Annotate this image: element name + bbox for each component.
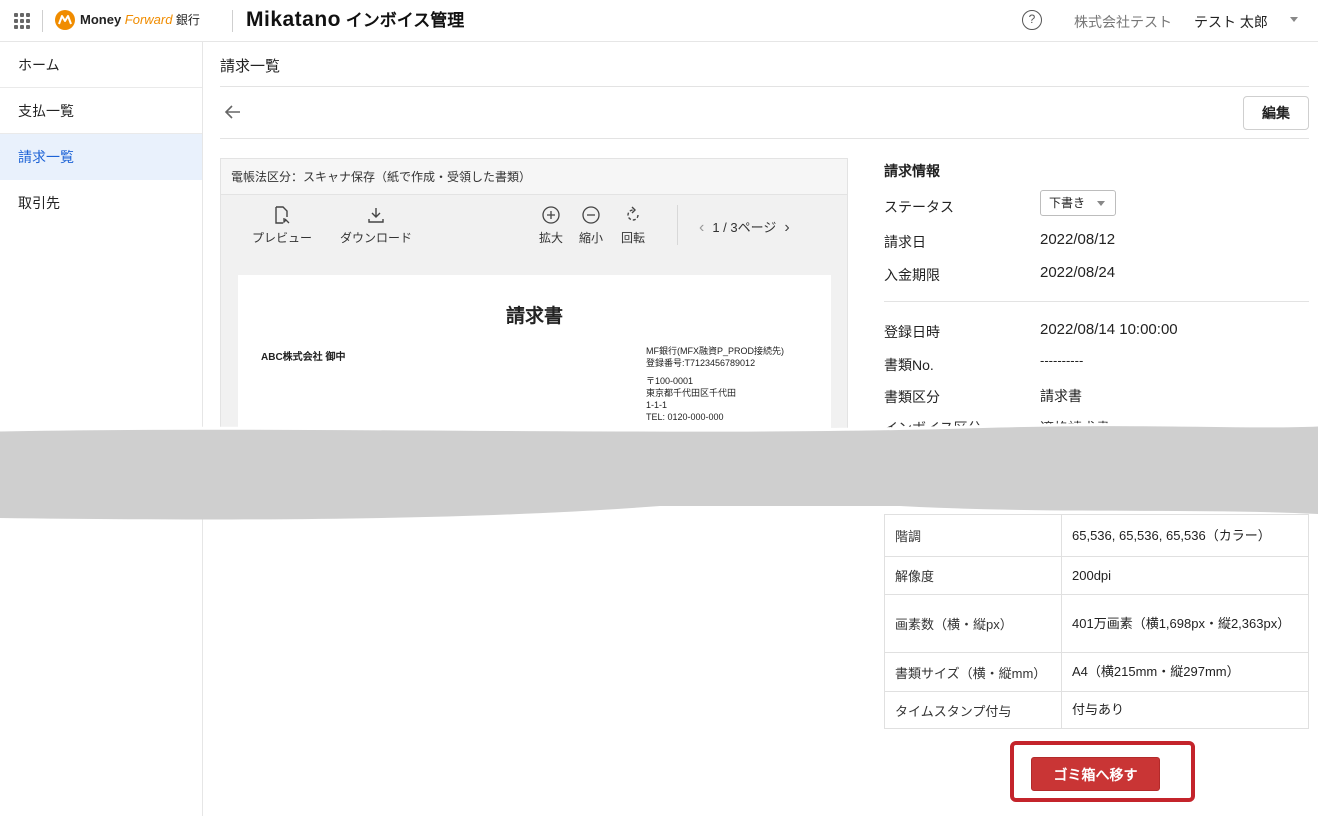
billing-date-label: 請求日	[884, 234, 926, 250]
spec-label: タイムスタンプ付与	[884, 691, 1062, 729]
app-header: Money Forward 銀行 Mikatano インボイス管理 ? 株式会社…	[0, 0, 1318, 42]
issuer-line: 1-1-1	[646, 400, 668, 410]
due-date-value: 2022/08/24	[1040, 264, 1116, 281]
page-indicator: 1 / 3ページ	[712, 220, 777, 235]
sidebar-item-partners[interactable]: 取引先	[0, 180, 202, 226]
spec-value: 付与あり	[1061, 691, 1309, 729]
zoom-out-icon	[582, 206, 600, 224]
divider	[220, 86, 1309, 87]
table-row: 書類サイズ（横・縦mm） A4（横215mm・縦297mm）	[884, 652, 1309, 692]
edit-button[interactable]: 編集	[1243, 96, 1309, 130]
document-number-value: ----------	[1040, 353, 1084, 368]
scan-spec-table: 階調 65,536, 65,536, 65,536（カラー） 解像度 200dp…	[884, 514, 1309, 729]
spec-value: 200dpi	[1061, 556, 1309, 595]
spec-value: 401万画素（横1,698px・縦2,363px）	[1061, 594, 1309, 653]
spec-label: 書類サイズ（横・縦mm）	[884, 652, 1062, 692]
table-row: 階調 65,536, 65,536, 65,536（カラー）	[884, 514, 1309, 557]
brand-name: Money Forward 銀行	[80, 12, 200, 27]
issuer-line: 登録番号:T7123456789012	[646, 358, 756, 368]
move-to-trash-button[interactable]: ゴミ箱へ移す	[1031, 757, 1160, 791]
due-date-label: 入金期限	[884, 267, 940, 283]
zoom-out-label: 縮小	[578, 231, 603, 245]
sidebar-item-payments[interactable]: 支払一覧	[0, 88, 202, 134]
help-icon[interactable]: ?	[1022, 10, 1042, 30]
chevron-down-icon	[1097, 201, 1105, 206]
preview-icon	[275, 206, 290, 224]
document-type-value: 請求書	[1040, 388, 1082, 404]
preview-label: プレビュー	[251, 231, 312, 245]
divider	[220, 138, 1309, 139]
divider	[884, 301, 1309, 302]
document-issuer: MF銀行(MFX融資P_PROD接続先) 登録番号:T7123456789012…	[646, 345, 784, 423]
header-divider	[42, 10, 43, 32]
table-row: 解像度 200dpi	[884, 556, 1309, 595]
registered-at-value: 2022/08/14 10:00:00	[1040, 321, 1178, 338]
issuer-line: 東京都千代田区千代田	[646, 388, 737, 398]
page-navigator: ‹ 1 / 3ページ ›	[691, 217, 798, 237]
document-recipient: ABC株式会社 御中	[261, 352, 346, 363]
zoom-in-label: 拡大	[538, 231, 563, 245]
money-forward-logo-icon	[55, 10, 75, 30]
zoom-in-icon	[542, 206, 560, 224]
spec-value: A4（横215mm・縦297mm）	[1061, 652, 1309, 692]
table-row: タイムスタンプ付与 付与あり	[884, 691, 1309, 729]
invoice-info-heading: 請求情報	[884, 163, 940, 179]
status-label: ステータス	[884, 199, 954, 215]
issuer-line: MF銀行(MFX融資P_PROD接続先)	[646, 346, 784, 356]
document-title: 請求書	[505, 306, 563, 327]
document-type-label: 書類区分	[884, 389, 940, 405]
sidebar-item-invoices[interactable]: 請求一覧	[0, 134, 202, 180]
zoom-out-button[interactable]: 縮小	[575, 205, 607, 246]
status-select[interactable]: 下書き	[1040, 190, 1116, 216]
document-number-label: 書類No.	[884, 357, 934, 373]
spec-label: 階調	[884, 514, 1062, 557]
rotate-button[interactable]: 回転	[617, 205, 649, 246]
download-button[interactable]: ダウンロード	[333, 205, 419, 246]
download-icon	[368, 208, 384, 223]
spec-value: 65,536, 65,536, 65,536（カラー）	[1061, 514, 1309, 557]
app-launcher-icon[interactable]	[14, 13, 30, 29]
registered-at-label: 登録日時	[884, 324, 940, 340]
user-menu-caret-icon[interactable]	[1290, 17, 1298, 22]
rotate-icon	[627, 206, 639, 221]
billing-date-value: 2022/08/12	[1040, 231, 1116, 248]
back-arrow-icon[interactable]	[222, 101, 244, 123]
torn-paper-overlay	[0, 423, 1318, 520]
page-title: 請求一覧	[220, 58, 281, 75]
zoom-in-button[interactable]: 拡大	[535, 205, 567, 246]
download-label: ダウンロード	[339, 231, 412, 245]
header-divider	[232, 10, 233, 32]
toolbar-divider	[677, 205, 678, 245]
preview-button[interactable]: プレビュー	[247, 205, 317, 246]
storage-category-label: 電帳法区分：スキャナ保存（紙で作成・受領した書類）	[221, 159, 847, 195]
rotate-label: 回転	[620, 231, 645, 245]
status-value: 下書き	[1049, 196, 1086, 210]
next-page-icon[interactable]: ›	[784, 219, 789, 236]
user-name[interactable]: テスト 太郎	[1194, 12, 1268, 32]
company-name: 株式会社テスト	[1074, 14, 1172, 30]
issuer-line: 〒100-0001	[646, 376, 694, 386]
product-name: Mikatano インボイス管理	[246, 8, 465, 31]
table-row: 画素数（横・縦px） 401万画素（横1,698px・縦2,363px）	[884, 594, 1309, 653]
spec-label: 解像度	[884, 556, 1062, 595]
previous-page-icon[interactable]: ‹	[699, 219, 704, 236]
sidebar-item-home[interactable]: ホーム	[0, 42, 202, 88]
spec-label: 画素数（横・縦px）	[884, 594, 1062, 653]
document-viewer: 電帳法区分：スキャナ保存（紙で作成・受領した書類） プレビュー ダウンロード 拡…	[220, 158, 848, 458]
